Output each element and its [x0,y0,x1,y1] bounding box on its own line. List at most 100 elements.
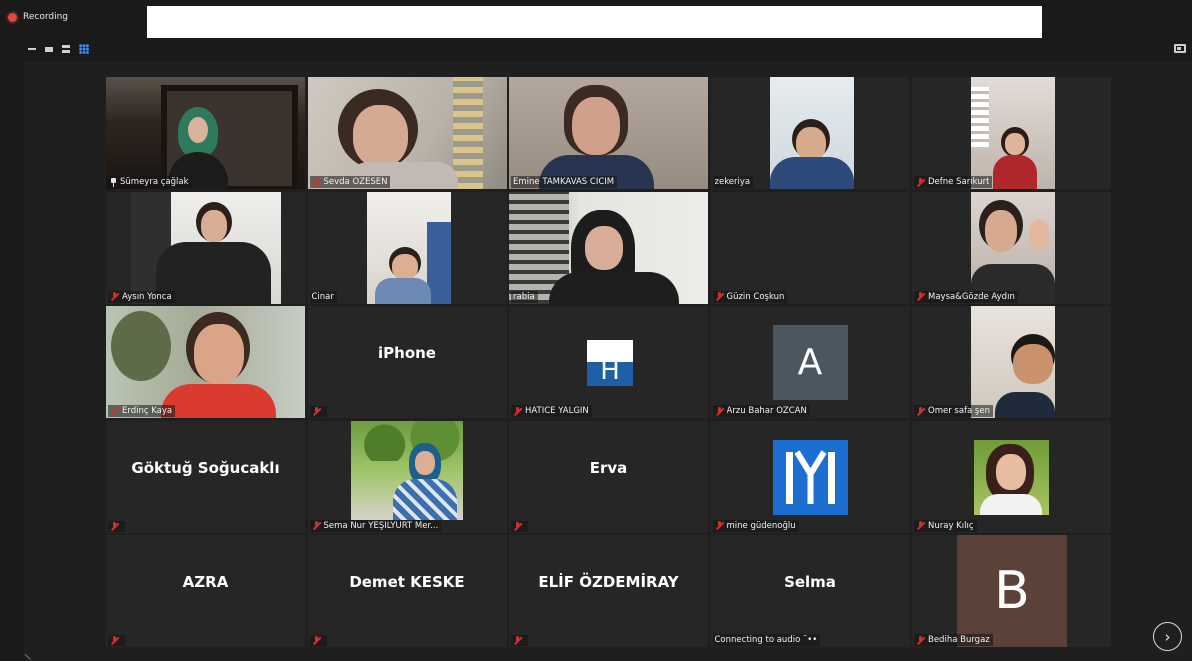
participant-tile[interactable]: Aysın Yonca [106,191,305,304]
participant-name-bar [511,635,528,646]
participant-tile[interactable]: Maysa&Gözde Aydın [912,191,1111,304]
muted-mic-icon [916,635,925,645]
participant-tile[interactable]: iPhone [307,306,507,418]
participant-name-bar: Bediha Burgaz [914,634,993,646]
view-speaker-icon[interactable] [62,45,70,53]
participant-avatar [772,439,848,515]
participant-name-bar: zekeriya [712,176,754,188]
participant-tile[interactable]: Erdinç Kaya [106,306,305,418]
participant-name-bar: Cinar [309,290,337,303]
participant-name-bar [108,520,125,532]
avatar-letter: B [994,561,1030,621]
participant-tile[interactable]: zekeriya [710,77,910,189]
participant-name-bar: Erdinç Kaya [108,405,176,417]
muted-mic-icon [513,521,522,531]
participant-display-label: Demet KESKE [349,573,465,591]
participant-tile[interactable]: Ömer safa şen [912,306,1111,418]
gallery-grid: Sümeyra çağlak Sevda ÖZESEN Emine TAMKAV… [106,77,1111,648]
participant-video [131,191,281,304]
participant-tile[interactable]: B Bediha Burgaz [912,535,1111,647]
muted-mic-icon [916,177,925,187]
participant-tile[interactable]: Cinar [307,191,507,304]
participant-name: Aysın Yonca [122,291,172,302]
participant-video [509,191,708,304]
participant-tile[interactable]: Göktuğ Soğucaklı [106,420,305,533]
participant-name: HATİCE YALGIN [525,406,589,416]
muted-mic-icon [110,406,119,416]
participant-name-bar: Maysa&Gözde Aydın [914,290,1018,303]
view-strip-icon[interactable] [45,46,53,52]
participant-name: Erdinç Kaya [122,406,173,416]
participant-tile[interactable]: Defne Sarıkurt [912,77,1111,189]
participant-video [971,191,1055,304]
participant-avatar: H [587,340,633,386]
participant-avatar: A [772,325,848,400]
participant-name-bar: Arzu Bahar ÖZCAN [712,405,810,417]
participant-name-bar: Sevda ÖZESEN [309,176,391,188]
participant-name-bar: Aysın Yonca [108,290,175,303]
participant-tile[interactable]: Demet KESKE [307,535,507,647]
participant-name-bar: rabia [511,290,538,303]
participant-tile[interactable]: Erva [509,420,708,533]
participant-video [106,77,305,189]
muted-mic-icon [110,292,119,301]
participant-tile[interactable]: H HATİCE YALGIN [509,306,708,418]
participant-name: Güzin Coşkun [726,291,785,302]
participant-display-label: ELİF ÖZDEMİRAY [538,573,679,591]
participant-tile[interactable]: AZRA [106,535,305,647]
participant-name: Maysa&Gözde Aydın [928,291,1015,302]
participant-name-bar: Nuray Kılıç [914,519,977,532]
recording-indicator[interactable]: Recording [8,12,68,22]
participant-tile[interactable]: rabia [509,191,708,304]
participant-tile[interactable]: Emine TAMKAVAS CİCİM [509,77,708,189]
participant-name-bar: Connecting to audio ˜•• [712,634,821,646]
avatar-letter: H [600,356,620,386]
avatar-logo-icon [785,449,835,504]
participant-video [974,439,1049,515]
participant-video [106,306,305,418]
participant-display-label: iPhone [378,344,436,362]
participant-tile[interactable]: A Arzu Bahar ÖZCAN [710,306,910,418]
participant-avatar: B [957,535,1067,647]
participant-name: Defne Sarıkurt [928,177,990,187]
muted-mic-icon [916,406,925,416]
participant-name-bar: mine güdenoğlu [712,519,799,532]
participant-name: Ömer safa şen [928,406,990,416]
muted-mic-icon [312,636,321,645]
next-page-button[interactable]: › [1153,622,1182,651]
participant-name: Emine TAMKAVAS CİCİM [513,177,615,187]
participant-video [971,306,1055,418]
muted-mic-icon [715,406,724,416]
pin-icon [110,177,117,187]
participant-tile[interactable]: Sevda ÖZESEN [307,77,507,189]
participant-video [350,420,463,520]
view-gallery-icon[interactable] [79,44,89,54]
participant-name-bar [309,635,327,646]
participant-display-label: AZRA [182,573,229,591]
participant-name: mine güdenoğlu [726,520,796,531]
participant-video [971,77,1055,189]
exit-fullscreen-icon[interactable] [1174,44,1186,53]
participant-name-bar: Sema Nur YEŞİLYURT Mer... [309,519,442,532]
view-switcher [28,44,89,54]
muted-mic-icon [715,521,724,530]
participant-tile[interactable]: mine güdenoğlu [710,420,910,533]
participant-name-bar: Emine TAMKAVAS CİCİM [511,176,618,188]
participant-tile[interactable]: Sümeyra çağlak [106,77,305,189]
recording-icon [8,12,17,22]
participant-tile[interactable]: Selma Connecting to audio ˜•• [710,535,910,647]
participant-name: Nuray Kılıç [928,520,974,531]
participant-tile[interactable]: ELİF ÖZDEMİRAY [509,535,708,647]
participant-video [509,77,708,189]
participant-display-label: Erva [589,458,628,477]
participant-tile[interactable]: Sema Nur YEŞİLYURT Mer... [307,420,507,533]
participant-tile[interactable]: Nuray Kılıç [912,420,1111,533]
view-minimize-icon[interactable] [28,48,36,50]
participant-name: zekeriya [714,177,751,187]
muted-mic-icon [513,636,522,645]
muted-mic-icon [513,406,522,416]
participant-name-bar: Defne Sarıkurt [914,176,993,188]
participant-video [307,77,507,189]
avatar-letter: A [797,342,823,383]
participant-tile[interactable]: Güzin Coşkun [710,191,910,304]
